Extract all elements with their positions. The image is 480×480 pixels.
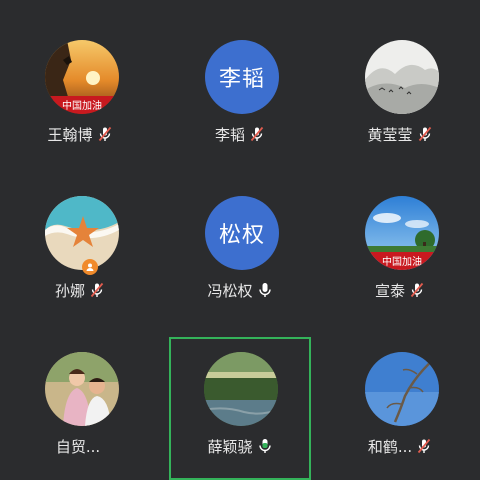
participant-tile-wang[interactable]: 中国加油 王翰博 xyxy=(10,40,150,168)
mic-muted-icon xyxy=(410,282,424,298)
participant-name: 薛颖骁 xyxy=(207,437,253,456)
text-avatar: 李韬 xyxy=(205,40,279,114)
participant-tile-feng[interactable]: 松权 冯松权 xyxy=(170,196,310,324)
participant-tile-huang[interactable]: 黄莹莹 xyxy=(330,40,470,168)
participant-name: 李韬 xyxy=(214,125,245,144)
mic-muted-icon xyxy=(98,126,111,142)
participant-grid: 中国加油 王翰博 李韬 李韬 黄莹莹 孙娜 松权 冯松权 中国加油 宣泰 自贸.… xyxy=(0,0,480,480)
avatar-sunset-climber: 中国加油 xyxy=(45,40,119,114)
mic-speaking-icon xyxy=(258,439,271,453)
participant-tile-zimao[interactable]: 自贸... xyxy=(10,352,150,480)
participant-name: 宣泰 xyxy=(374,281,405,300)
avatar-initials: 松权 xyxy=(218,223,265,248)
participant-name: 自贸... xyxy=(55,437,101,456)
avatar-starfish-beach xyxy=(45,196,119,270)
participant-tile-he[interactable]: 和鹤... xyxy=(330,352,470,480)
participant-name: 和鹤... xyxy=(367,437,413,456)
mic-on-icon xyxy=(258,283,271,297)
participant-name: 王翰博 xyxy=(47,125,93,144)
host-badge-icon xyxy=(82,259,98,275)
avatar-family-photo xyxy=(45,352,119,426)
mic-muted-icon xyxy=(250,126,264,142)
participant-name: 黄莹莹 xyxy=(367,125,413,144)
participant-tile-xuan[interactable]: 中国加油 宣泰 xyxy=(330,196,470,324)
participant-tile-li[interactable]: 李韬 李韬 xyxy=(170,40,310,168)
banner-text: 中国加油 xyxy=(382,255,422,268)
avatar-blue-sky-tree: 中国加油 xyxy=(365,196,439,270)
mic-muted-icon xyxy=(417,438,431,454)
participant-tile-xue-active-speaker[interactable]: 薛颖骁 xyxy=(169,337,311,480)
banner-text: 中国加油 xyxy=(62,99,102,112)
avatar-initials: 李韬 xyxy=(218,67,265,92)
participant-name: 孙娜 xyxy=(54,281,85,300)
participant-tile-sun[interactable]: 孙娜 xyxy=(10,196,150,324)
mic-muted-icon xyxy=(90,282,104,298)
avatar-pond xyxy=(204,352,278,426)
participant-name: 冯松权 xyxy=(207,281,253,300)
text-avatar: 松权 xyxy=(205,196,279,270)
avatar-ink-landscape xyxy=(365,40,439,114)
avatar-branch-sky xyxy=(365,352,439,426)
mic-muted-icon xyxy=(418,126,431,142)
